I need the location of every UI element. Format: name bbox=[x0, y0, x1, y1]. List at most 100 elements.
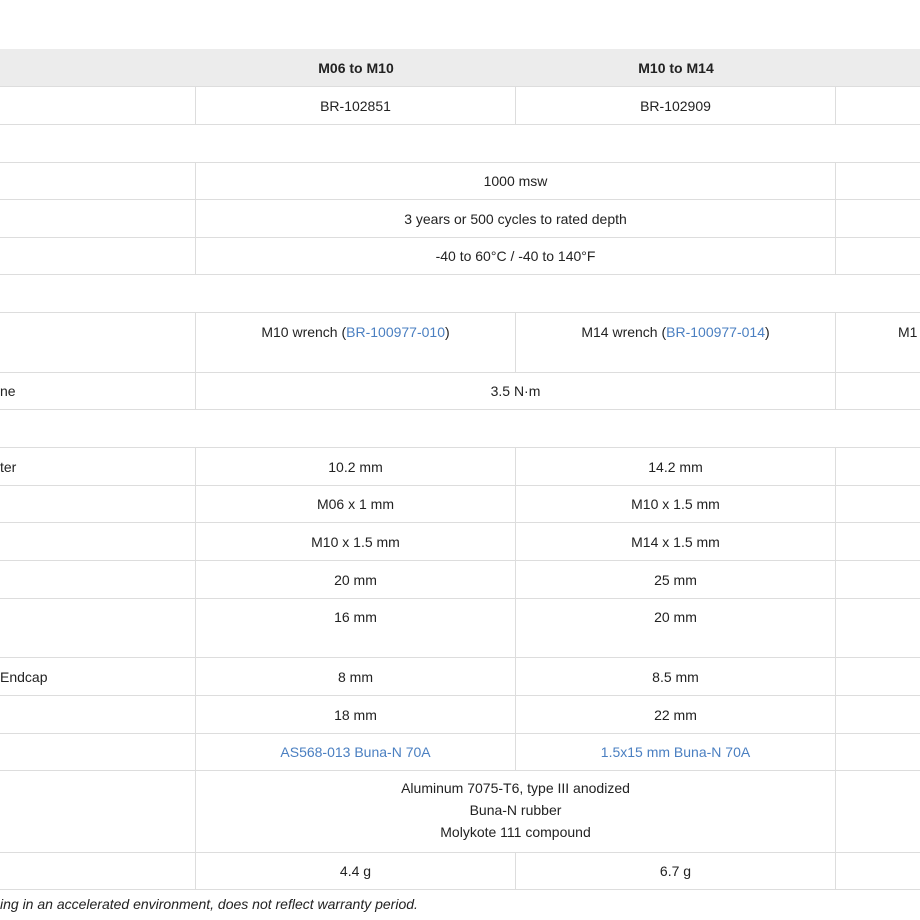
header-col-next-cut bbox=[836, 49, 920, 86]
length-col1: 20 mm bbox=[196, 561, 516, 598]
section-heading bbox=[0, 125, 920, 162]
row-label bbox=[0, 313, 196, 372]
table-row-temperature: -40 to 60°C / -40 to 140°F bbox=[0, 238, 920, 275]
table-section-row bbox=[0, 125, 920, 163]
thread-small-col2: M10 x 1.5 mm bbox=[516, 486, 836, 522]
wrench-col2: M14 wrench (BR-100977-014) bbox=[516, 313, 836, 372]
table-section-row bbox=[0, 410, 920, 448]
materials-line: Buna-N rubber bbox=[469, 802, 562, 818]
endcap-label: Endcap bbox=[0, 668, 48, 685]
wrench-text: ) bbox=[445, 324, 450, 340]
row-label: ter bbox=[0, 448, 196, 485]
table-row-weight: 4.4 g 6.7 g bbox=[0, 853, 920, 890]
header-label-cell bbox=[0, 49, 196, 86]
table-section-row bbox=[0, 275, 920, 313]
table-footnote: ing in an accelerated environment, does … bbox=[0, 896, 418, 912]
endcap-col2: 8.5 mm bbox=[516, 658, 836, 695]
part-number-col1: BR-102851 bbox=[196, 87, 516, 124]
materials-line: Aluminum 7075-T6, type III anodized bbox=[401, 780, 630, 796]
diameter-col2: 14.2 mm bbox=[516, 448, 836, 485]
torque-label: ne bbox=[0, 383, 16, 399]
hex-size-col2: 20 mm bbox=[516, 599, 836, 657]
diameter-label: ter bbox=[0, 458, 17, 475]
wrench-text: ) bbox=[765, 324, 770, 340]
thread-large-col1: M10 x 1.5 mm bbox=[196, 523, 516, 560]
table-row-length: 20 mm 25 mm bbox=[0, 561, 920, 599]
height-col3 bbox=[836, 696, 920, 733]
table-row-wrench: M10 wrench (BR-100977-010) M14 wrench (B… bbox=[0, 313, 920, 373]
life-value: 3 years or 500 cycles to rated depth bbox=[196, 200, 836, 237]
table-row-endcap: Endcap 8 mm 8.5 mm bbox=[0, 658, 920, 696]
row-label: ne bbox=[0, 373, 196, 409]
table-header-row: M06 to M10 M10 to M14 bbox=[0, 49, 920, 87]
weight-col1: 4.4 g bbox=[196, 853, 516, 889]
section-heading bbox=[0, 410, 920, 447]
row-label bbox=[0, 523, 196, 560]
row-label bbox=[0, 853, 196, 889]
wrench-col3-text: M1 bbox=[898, 324, 918, 340]
temperature-value: -40 to 60°C / -40 to 140°F bbox=[196, 238, 836, 274]
table-row-diameter: ter 10.2 mm 14.2 mm bbox=[0, 448, 920, 486]
thread-large-col3 bbox=[836, 523, 920, 560]
wrench-m10-link[interactable]: BR-100977-010 bbox=[346, 321, 445, 343]
oring-col1-link[interactable]: AS568-013 Buna-N 70A bbox=[196, 734, 516, 770]
row-label bbox=[0, 200, 196, 237]
table-row-hex-size: 16 mm 20 mm bbox=[0, 599, 920, 658]
depth-rating-col3 bbox=[836, 163, 920, 199]
depth-rating-value: 1000 msw bbox=[196, 163, 836, 199]
row-label bbox=[0, 771, 196, 852]
table-row-thread-small: M06 x 1 mm M10 x 1.5 mm bbox=[0, 486, 920, 523]
length-col2: 25 mm bbox=[516, 561, 836, 598]
header-col-m10-m14: M10 to M14 bbox=[638, 59, 714, 76]
table-row-materials: Aluminum 7075-T6, type III anodized Buna… bbox=[0, 771, 920, 853]
height-col1: 18 mm bbox=[196, 696, 516, 733]
row-label bbox=[0, 486, 196, 522]
row-label bbox=[0, 599, 196, 657]
oring-col3 bbox=[836, 734, 920, 770]
wrench-text: M10 wrench ( bbox=[261, 324, 347, 340]
oring-col2-link[interactable]: 1.5x15 mm Buna-N 70A bbox=[516, 734, 836, 770]
temperature-col3 bbox=[836, 238, 920, 274]
hex-size-col1: 16 mm bbox=[196, 599, 516, 657]
diameter-col1: 10.2 mm bbox=[196, 448, 516, 485]
height-col2: 22 mm bbox=[516, 696, 836, 733]
length-col3 bbox=[836, 561, 920, 598]
materials-col3 bbox=[836, 771, 920, 852]
section-heading bbox=[0, 275, 920, 312]
row-label bbox=[0, 696, 196, 733]
table-row-life: 3 years or 500 cycles to rated depth bbox=[0, 200, 920, 238]
materials-line: Molykote 111 compound bbox=[440, 824, 591, 840]
endcap-col3 bbox=[836, 658, 920, 695]
wrench-col1: M10 wrench (BR-100977-010) bbox=[196, 313, 516, 372]
table-row-depth-rating: 1000 msw bbox=[0, 163, 920, 200]
hex-size-col3 bbox=[836, 599, 920, 657]
table-row-thread-large: M10 x 1.5 mm M14 x 1.5 mm bbox=[0, 523, 920, 561]
wrench-m14-link[interactable]: BR-100977-014 bbox=[666, 321, 765, 343]
materials-value: Aluminum 7075-T6, type III anodized Buna… bbox=[196, 771, 836, 852]
torque-col3 bbox=[836, 373, 920, 409]
life-col3 bbox=[836, 200, 920, 237]
thread-large-col2: M14 x 1.5 mm bbox=[516, 523, 836, 560]
torque-value: 3.5 N·m bbox=[196, 373, 836, 409]
header-col-m06-m10: M06 to M10 bbox=[318, 59, 394, 76]
weight-col3 bbox=[836, 853, 920, 889]
diameter-col3 bbox=[836, 448, 920, 485]
row-label bbox=[0, 87, 196, 124]
thread-small-col1: M06 x 1 mm bbox=[196, 486, 516, 522]
part-number-col2: BR-102909 bbox=[516, 87, 836, 124]
specifications-table: M06 to M10 M10 to M14 BR-102851 BR-10290… bbox=[0, 49, 920, 890]
row-label bbox=[0, 238, 196, 274]
table-row-height: 18 mm 22 mm bbox=[0, 696, 920, 734]
endcap-col1: 8 mm bbox=[196, 658, 516, 695]
row-label bbox=[0, 561, 196, 598]
wrench-col3: M1 bbox=[836, 313, 920, 372]
row-label: Endcap bbox=[0, 658, 196, 695]
weight-col2: 6.7 g bbox=[516, 853, 836, 889]
table-row-torque: ne 3.5 N·m bbox=[0, 373, 920, 410]
table-row-part-number: BR-102851 BR-102909 bbox=[0, 87, 920, 125]
part-number-col3 bbox=[836, 87, 920, 124]
row-label bbox=[0, 734, 196, 770]
table-row-oring: AS568-013 Buna-N 70A 1.5x15 mm Buna-N 70… bbox=[0, 734, 920, 771]
thread-small-col3 bbox=[836, 486, 920, 522]
wrench-text: M14 wrench ( bbox=[581, 324, 667, 340]
